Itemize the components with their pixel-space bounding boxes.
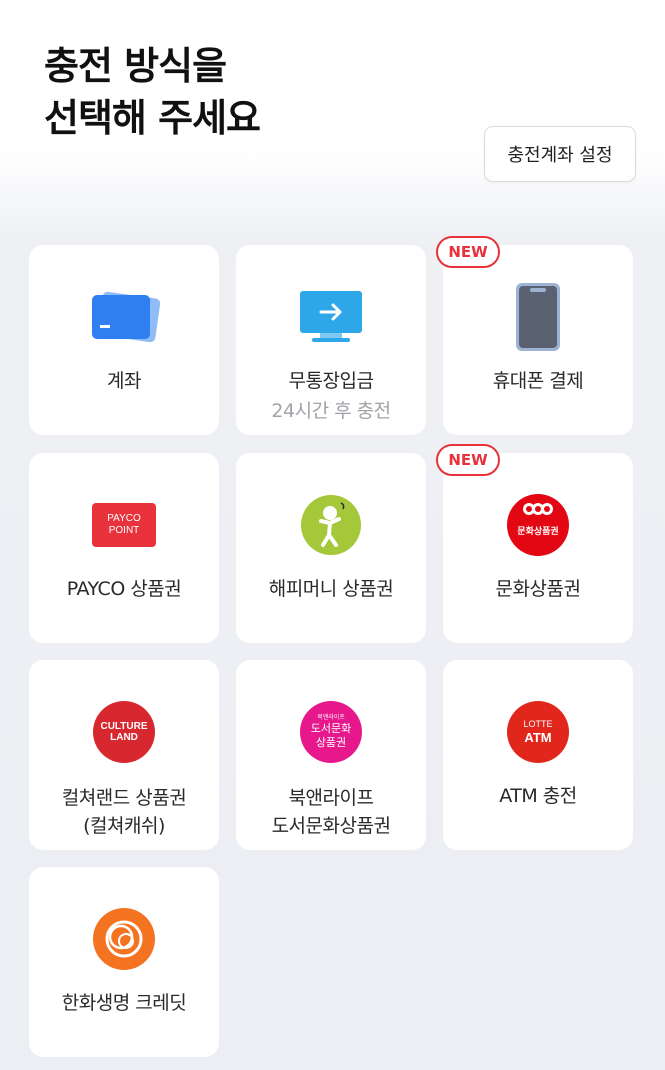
- method-label: 무통장입금: [288, 370, 374, 392]
- phone-icon: [443, 281, 633, 353]
- method-card-culture-voucher[interactable]: NEW 문화상품권 문화상품권: [436, 444, 633, 643]
- booknlife-icon-text: 도서문화: [310, 722, 352, 735]
- culture-voucher-icon-text: 문화상품권: [517, 527, 559, 537]
- method-card-hanwha[interactable]: 한화생명 크레딧: [29, 867, 219, 1057]
- method-card-bank-deposit[interactable]: 무통장입금 24시간 후 충전: [236, 245, 426, 435]
- method-card-happymoney[interactable]: 해피머니 상품권: [236, 453, 426, 643]
- booknlife-icon-text: 상품권: [315, 736, 347, 749]
- point-icon-text: POINT: [108, 525, 140, 536]
- method-sub-label: 24시간 후 충전: [271, 400, 391, 422]
- method-label: 컬쳐랜드 상품권: [61, 787, 187, 809]
- method-card-atm[interactable]: LOTTE ATM ATM 충전: [443, 660, 633, 850]
- page-title-line1: 충전 방식을: [44, 44, 227, 88]
- atm-icon-text: ATM: [524, 730, 552, 745]
- new-badge: NEW: [436, 444, 500, 476]
- payco-point-icon: PAYCO POINT: [29, 489, 219, 561]
- method-card-booknlife[interactable]: 북앤라이프 도서문화 상품권 북앤라이프 도서문화상품권: [236, 660, 426, 850]
- method-label: ATM 충전: [499, 785, 577, 807]
- lotte-atm-icon: LOTTE ATM: [443, 696, 633, 768]
- method-label: 해피머니 상품권: [268, 578, 394, 600]
- method-label-line2: (컬쳐캐쉬): [83, 815, 165, 837]
- cultureland-icon: CULTURE LAND: [29, 696, 219, 768]
- method-label: 휴대폰 결제: [492, 370, 584, 392]
- method-card-phone-payment[interactable]: NEW 휴대폰 결제: [436, 236, 633, 435]
- booknlife-icon-text: 북앤라이프: [317, 714, 345, 721]
- method-label: 한화생명 크레딧: [61, 992, 187, 1014]
- method-label: PAYCO 상품권: [66, 578, 182, 600]
- cultureland-icon-text: CULTURE: [100, 721, 148, 732]
- happymoney-icon: [236, 489, 426, 561]
- charge-account-settings-button[interactable]: 충전계좌 설정: [484, 126, 636, 182]
- new-badge: NEW: [436, 236, 500, 268]
- page-title: 충전 방식을 선택해 주세요: [44, 40, 261, 144]
- booknlife-icon: 북앤라이프 도서문화 상품권: [236, 696, 426, 768]
- method-label: 계좌: [107, 370, 141, 392]
- cultureland-icon-text: LAND: [110, 732, 138, 743]
- monitor-arrow-icon: [236, 281, 426, 353]
- method-label: 북앤라이프: [288, 787, 374, 809]
- method-label-line2: 도서문화상품권: [271, 815, 391, 837]
- page-title-line2: 선택해 주세요: [44, 96, 261, 140]
- method-card-account[interactable]: 계좌: [29, 245, 219, 435]
- hanwha-icon: [29, 903, 219, 975]
- lotte-icon-text: LOTTE: [523, 719, 553, 729]
- method-card-payco[interactable]: PAYCO POINT PAYCO 상품권: [29, 453, 219, 643]
- culture-voucher-icon: 문화상품권: [443, 489, 633, 561]
- payco-icon-text: PAYCO: [107, 513, 141, 524]
- card-icon: [29, 281, 219, 353]
- method-card-cultureland[interactable]: CULTURE LAND 컬쳐랜드 상품권 (컬쳐캐쉬): [29, 660, 219, 850]
- method-label: 문화상품권: [495, 578, 581, 600]
